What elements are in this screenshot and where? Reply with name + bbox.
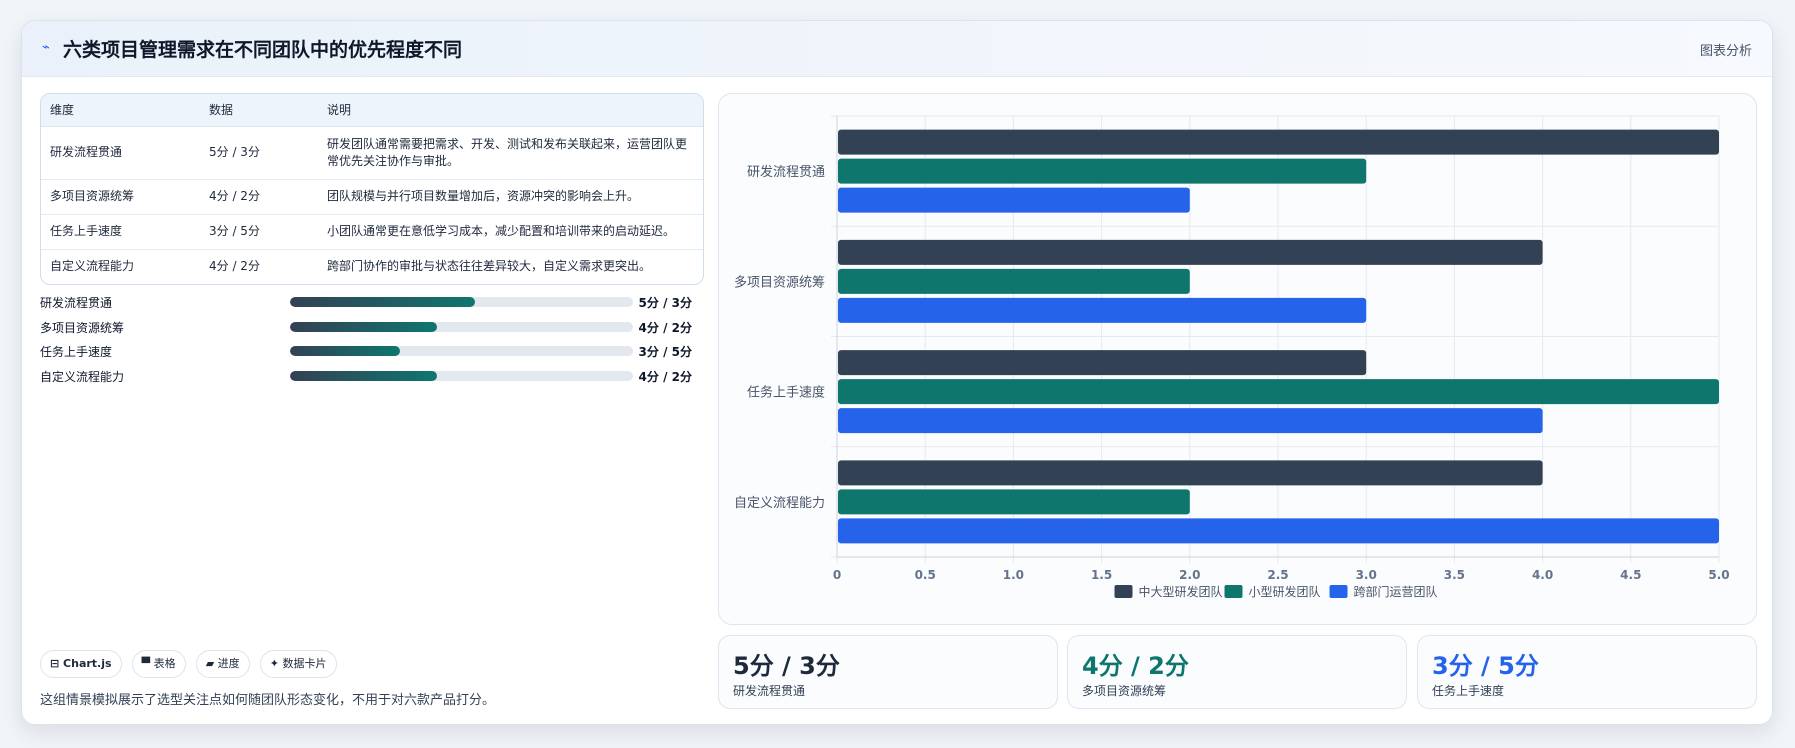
column-header-dimension: 维度 [41,94,200,127]
bar [838,129,1719,155]
progress-row: 多项目资源统筹 4分 / 2分 [40,316,704,341]
page-title: 六类项目管理需求在不同团队中的优先程度不同 [63,39,463,61]
legend-swatch [1224,585,1243,598]
progress-value: 5分 / 3分 [638,296,692,310]
chip-data-card[interactable]: ✦ 数据卡片 [259,650,337,678]
progress-fill [290,346,400,356]
legend-swatch [1114,585,1133,598]
table-cell-data: 5分 / 3分 [200,126,318,180]
table-cell-data: 3分 / 5分 [200,214,318,250]
bar [838,518,1719,544]
tag-chips: ⊟ Chart.js ▀ 表格 ▰ 进度 ✦ 数据卡片 [40,650,342,678]
x-tick-label: 0.5 [915,568,936,582]
progress-fill [290,370,438,381]
progress-track [290,370,633,381]
progress-row: 研发流程贯通 5分 / 3分 [40,291,704,316]
progress-track [290,297,633,307]
kpi-label: 任务上手速度 [1432,684,1505,698]
x-tick-label: 1.5 [1091,568,1112,582]
column-header-description: 说明 [318,94,703,127]
table-cell-dimension: 任务上手速度 [41,214,200,250]
chip-chartjs[interactable]: ⊟ Chart.js [40,650,122,678]
legend-label: 中大型研发团队 [1139,584,1223,599]
legend-label: 小型研发团队 [1249,584,1321,599]
table-cell-dimension: 多项目资源统筹 [41,179,200,215]
card-header: ⌁ 六类项目管理需求在不同团队中的优先程度不同 图表分析 [22,21,1772,77]
progress-list: 研发流程贯通 5分 / 3分 多项目资源统筹 4分 / 2分 任务上手速度 3分… [40,291,704,389]
kpi-value: 5分 / 3分 [733,652,840,680]
x-tick-label: 4.5 [1620,568,1641,582]
table-header-row: 维度 数据 说明 [41,94,703,127]
kpi-card: 4分 / 2分 多项目资源统筹 [1067,635,1407,709]
chip-progress[interactable]: ▰ 进度 [195,650,250,678]
chip-table[interactable]: ▀ 表格 [131,650,186,678]
chart-analysis-card: ⌁ 六类项目管理需求在不同团队中的优先程度不同 图表分析 维度 数据 说明 研发… [21,20,1773,725]
progress-value: 4分 / 2分 [638,320,692,335]
table-row: 多项目资源统筹 4分 / 2分 团队规模与并行项目数量增加后，资源冲突的影响会上… [41,179,703,215]
table-row: 自定义流程能力 4分 / 2分 跨部门协作的审批与状态往往差异较大，自定义需求更… [41,249,703,284]
kpi-value: 4分 / 2分 [1082,652,1189,680]
progress-track [290,321,633,332]
bar [838,379,1719,405]
table-cell-dimension: 自定义流程能力 [50,259,135,274]
bar [838,158,1367,184]
bar [838,268,1190,294]
table-row: 任务上手速度 3分 / 5分 小团队通常更在意低学习成本，减少配置和培训带来的启… [41,214,703,250]
y-category-label: 自定义流程能力 [734,496,825,511]
bar [838,187,1190,213]
y-category-label: 任务上手速度 [747,385,825,401]
table-cell-description: 团队规模与并行项目数量增加后，资源冲突的影响会上升。 [318,179,703,215]
x-tick-label: 0 [833,568,841,582]
bar-chart-panel: 0 0.5 1.0 1.5 2.0 2.5 3.0 3.5 4.0 4.5 5.0 研发流程贯通多项目… [718,93,1757,625]
progress-label: 研发流程贯通 [40,296,113,310]
trend-icon: ⌁ [42,40,50,55]
progress-label: 任务上手速度 [40,345,113,359]
progress-track [290,346,633,356]
kpi-card: 5分 / 3分 研发流程贯通 [718,635,1058,709]
x-tick-label: 2.5 [1267,568,1288,582]
progress-fill [290,297,476,307]
kpi-label: 研发流程贯通 [733,684,806,698]
footnote: 这组情景模拟展示了选型关注点如何随团队形态变化，不用于对六款产品打分。 [40,693,496,708]
progress-row: 自定义流程能力 4分 / 2分 [40,365,704,390]
table-cell-description: 跨部门协作的审批与状态往往差异较大，自定义需求更突出。 [327,259,652,274]
y-category-label: 研发流程贯通 [747,164,825,180]
column-header-data: 数据 [200,94,318,127]
legend-swatch [1329,585,1348,598]
progress-label: 自定义流程能力 [40,369,125,384]
bar-chart: 0 0.5 1.0 1.5 2.0 2.5 3.0 3.5 4.0 4.5 5.0 研发流程贯通多项目… [734,115,1730,599]
progress-value: 4分 / 2分 [638,369,692,384]
table-cell-data: 4分 / 2分 [209,259,260,274]
bar [838,408,1543,434]
progress-value: 3分 / 5分 [638,345,692,359]
table-cell-dimension: 研发流程贯通 [41,126,200,180]
kpi-card: 3分 / 5分 任务上手速度 [1417,635,1757,709]
kpi-label: 多项目资源统筹 [1082,684,1167,698]
x-tick-label: 5.0 [1708,568,1729,582]
table-row: 研发流程贯通 5分 / 3分 研发团队通常需要把需求、开发、测试和发布关联起来，… [41,126,703,180]
data-table: 维度 数据 说明 研发流程贯通 5分 / 3分 研发团队通常需要把需求、开发、测… [40,93,704,285]
x-tick-label: 3.5 [1444,568,1465,582]
progress-label: 多项目资源统筹 [40,320,125,335]
table-cell-description: 研发团队通常需要把需求、开发、测试和发布关联起来，运营团队更常优先关注协作与审批… [318,126,703,180]
legend-label: 跨部门运营团队 [1354,584,1438,599]
table-cell-description: 小团队通常更在意低学习成本，减少配置和培训带来的启动延迟。 [318,214,703,250]
bar [838,350,1367,376]
table-cell-data: 4分 / 2分 [200,179,318,215]
progress-fill [290,321,438,332]
bar [838,460,1543,486]
bar [838,297,1367,323]
y-category-label: 多项目资源统筹 [734,274,825,290]
x-tick-label: 4.0 [1532,568,1553,582]
chart-analysis-link[interactable]: 图表分析 [1700,40,1752,59]
progress-row: 任务上手速度 3分 / 5分 [40,340,704,365]
kpi-value: 3分 / 5分 [1432,652,1539,680]
x-tick-label: 3.0 [1356,568,1377,582]
bar [838,239,1543,265]
bar [838,489,1190,515]
x-tick-label: 2.0 [1179,568,1200,582]
x-tick-label: 1.0 [1003,568,1024,582]
